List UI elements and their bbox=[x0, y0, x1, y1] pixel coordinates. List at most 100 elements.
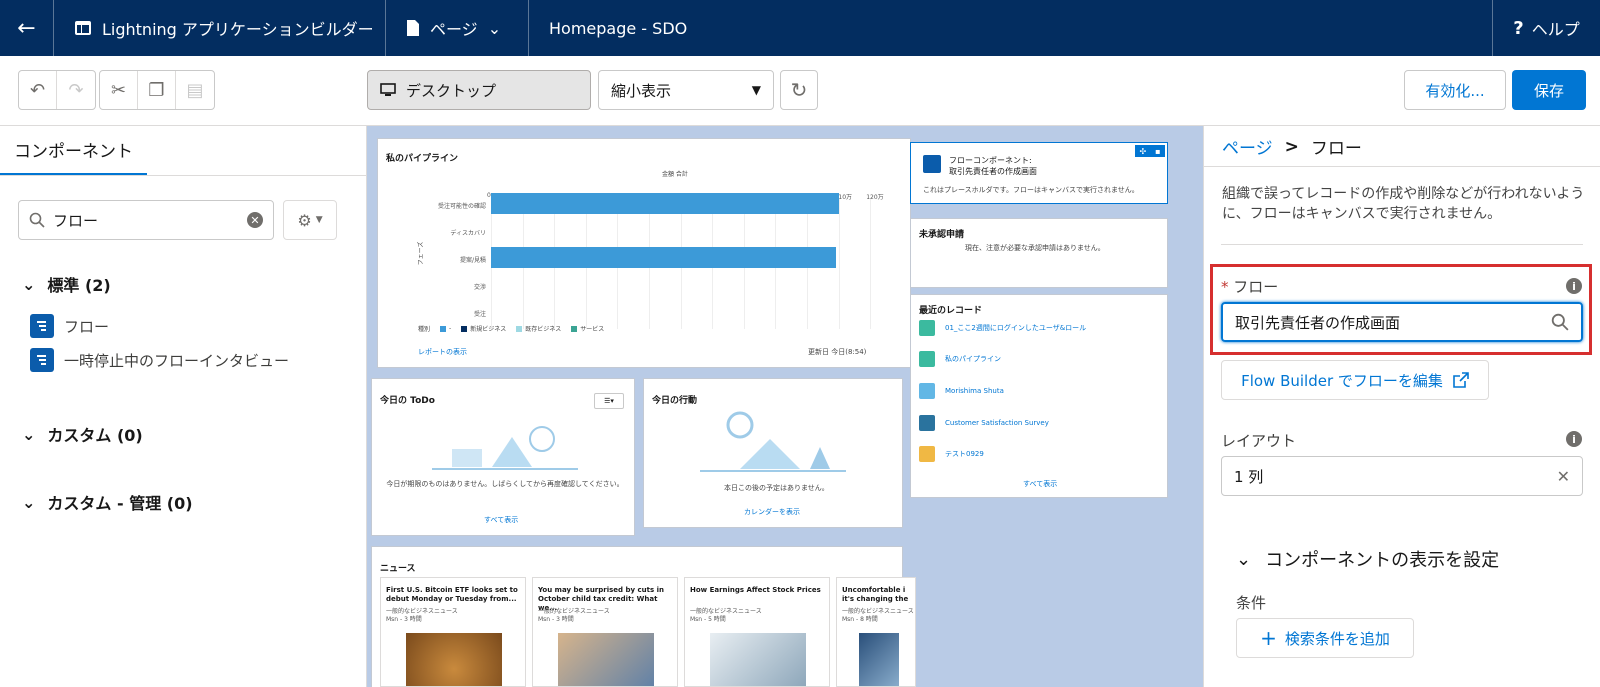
edit-in-flow-builder-button[interactable]: Flow Builder でフローを編集 bbox=[1221, 360, 1489, 400]
page-menu[interactable]: ページ ⌄ bbox=[386, 0, 529, 56]
legend-item: サービス bbox=[571, 324, 604, 333]
help-button[interactable]: ? ヘルプ bbox=[1492, 0, 1600, 56]
todo-filter-button[interactable]: ☰▾ bbox=[594, 393, 624, 409]
paste-button[interactable]: ▤ bbox=[176, 71, 214, 109]
caret-down-icon: ▼ bbox=[751, 83, 761, 97]
settings-menu-button[interactable]: ⚙ ▼ bbox=[283, 200, 337, 240]
back-button[interactable]: ← bbox=[0, 0, 54, 56]
news-item[interactable]: How Earnings Affect Stock Prices 一般的なビジネ… bbox=[684, 577, 830, 687]
events-empty: 本日この後の予定はありません。 bbox=[724, 484, 829, 492]
move-icon[interactable]: ✣ bbox=[1139, 147, 1146, 156]
news-item[interactable]: Uncomfortable i it's changing the 一般的なビジ… bbox=[836, 577, 916, 687]
approvals-empty: 現在、注意が必要な承認申請はありません。 bbox=[965, 244, 1105, 252]
help-label: ヘルプ bbox=[1531, 20, 1580, 39]
delete-icon[interactable]: ▪ bbox=[1155, 147, 1160, 156]
todo-view-all[interactable]: すべて表示 bbox=[484, 515, 518, 525]
activate-button[interactable]: 有効化... bbox=[1404, 70, 1506, 110]
news-item[interactable]: First U.S. Bitcoin ETF looks set to debu… bbox=[380, 577, 526, 687]
updated-text: 更新日 今日(8:54) bbox=[808, 348, 867, 356]
flow-icon bbox=[923, 155, 941, 173]
plus-icon: + bbox=[1260, 626, 1277, 650]
list-item[interactable]: Customer Satisfaction Survey bbox=[919, 415, 1049, 431]
tab-divider bbox=[0, 175, 367, 176]
redo-button[interactable]: ↷ bbox=[57, 71, 95, 109]
gridline bbox=[870, 199, 872, 329]
record-link[interactable]: 01_ここ2週間にログインしたユーザ&ロール bbox=[945, 323, 1086, 333]
record-link[interactable]: 私のパイプライン bbox=[945, 354, 1001, 364]
flow-component-card[interactable]: フローコンポーネント: 取引先責任者の作成画面 これはプレースホルダです。フロー… bbox=[910, 142, 1168, 204]
component-item-label: 一時停止中のフローインタビュー bbox=[64, 351, 290, 370]
page-menu-label: ページ bbox=[430, 20, 478, 39]
component-search-input[interactable]: フロー ✕ bbox=[18, 200, 274, 240]
tab-components[interactable]: コンポーネント bbox=[0, 126, 147, 176]
section-standard[interactable]: ⌄ 標準 (2) bbox=[22, 272, 111, 296]
layout-label: レイアウト bbox=[1221, 432, 1297, 450]
record-link[interactable]: Customer Satisfaction Survey bbox=[945, 419, 1049, 427]
news-card[interactable]: ニュース First U.S. Bitcoin ETF looks set to… bbox=[371, 546, 916, 687]
news-item[interactable]: You may be surprised by cuts in October … bbox=[532, 577, 678, 687]
cut-button[interactable]: ✂ bbox=[100, 71, 138, 109]
list-item[interactable]: Morishima Shuta bbox=[919, 383, 1004, 399]
pipeline-card[interactable]: 私のパイプライン 金額 合計 010万20万30万40万50万60万70万80万… bbox=[377, 138, 911, 368]
recent-records-card[interactable]: 最近のレコード 01_ここ2週間にログインしたユーザ&ロール 私のパイプライン … bbox=[910, 294, 1168, 498]
undo-button[interactable]: ↶ bbox=[19, 71, 57, 109]
list-item[interactable]: 01_ここ2週間にログインしたユーザ&ロール bbox=[919, 320, 1086, 336]
external-link-icon bbox=[1453, 372, 1469, 388]
component-item-flow[interactable]: フロー bbox=[30, 314, 109, 338]
layout-select[interactable]: 1 列 ✕ bbox=[1221, 456, 1583, 496]
record-link[interactable]: Morishima Shuta bbox=[945, 387, 1004, 395]
legend-title: 種別 bbox=[418, 326, 431, 333]
clear-icon[interactable]: ✕ bbox=[247, 212, 263, 228]
save-button[interactable]: 保存 bbox=[1512, 70, 1586, 110]
list-item[interactable]: テスト0929 bbox=[919, 446, 984, 462]
add-filter-label: 検索条件を追加 bbox=[1284, 629, 1390, 648]
news-title: ニュース bbox=[380, 564, 416, 574]
contact-icon bbox=[919, 383, 935, 399]
category-label: ディスカバリ bbox=[450, 230, 486, 237]
copy-button[interactable]: ❐ bbox=[138, 71, 176, 109]
approvals-title: 未承認申請 bbox=[919, 230, 965, 240]
visibility-section-toggle[interactable]: ⌄ コンポーネントの表示を設定 bbox=[1236, 546, 1499, 572]
section-standard-label: 標準 (2) bbox=[47, 276, 111, 295]
component-item-paused-flow[interactable]: 一時停止中のフローインタビュー bbox=[30, 348, 289, 372]
category-label: 受注可能性の確認 bbox=[437, 203, 486, 210]
flow-label-text: フロー bbox=[1233, 278, 1279, 296]
recent-view-all[interactable]: すべて表示 bbox=[1023, 479, 1057, 489]
close-icon[interactable]: ✕ bbox=[1557, 467, 1570, 486]
search-icon bbox=[29, 212, 45, 228]
record-link[interactable]: テスト0929 bbox=[945, 449, 984, 459]
visibility-section-label: コンポーネントの表示を設定 bbox=[1265, 550, 1500, 571]
breadcrumb-page-link[interactable]: ページ bbox=[1222, 134, 1273, 159]
help-icon: ? bbox=[1513, 17, 1524, 39]
list-item[interactable]: 私のパイプライン bbox=[919, 351, 1001, 367]
info-icon[interactable]: i bbox=[1566, 278, 1582, 294]
legend-label: 新規ビジネス bbox=[470, 326, 507, 333]
section-custom[interactable]: ⌄ カスタム (0) bbox=[22, 422, 143, 446]
report-link[interactable]: レポートの表示 bbox=[418, 347, 467, 357]
calendar-link[interactable]: カレンダーを表示 bbox=[744, 507, 800, 517]
flow-component-subtitle: 取引先責任者の作成画面 bbox=[949, 167, 1037, 176]
zoom-value: 縮小表示 bbox=[611, 81, 672, 100]
news-image bbox=[710, 633, 806, 686]
flow-lookup-input[interactable]: 取引先責任者の作成画面 bbox=[1221, 302, 1583, 342]
chevron-down-icon: ⌄ bbox=[487, 18, 502, 38]
add-filter-button[interactable]: + 検索条件を追加 bbox=[1236, 618, 1414, 658]
events-card[interactable]: 今日の行動 本日この後の予定はありません。 カレンダーを表示 bbox=[643, 378, 903, 528]
undo-icon: ↶ bbox=[29, 79, 46, 101]
app-builder-title: Lightning アプリケーションビルダー bbox=[54, 0, 386, 56]
components-panel: コンポーネント フロー ✕ ⚙ ▼ ⌄ 標準 (2) フロー 一時停止中のフロー… bbox=[0, 126, 367, 687]
todo-card[interactable]: 今日の ToDo ☰▾ 今日が期限のものはありません。しばらくしてから再度確認し… bbox=[371, 378, 635, 536]
news-meta: Msn - 8 時間 bbox=[842, 616, 878, 623]
crown-icon bbox=[919, 446, 935, 462]
section-custom-managed[interactable]: ⌄ カスタム - 管理 (0) bbox=[22, 490, 193, 514]
info-icon[interactable]: i bbox=[1566, 431, 1582, 447]
zoom-select[interactable]: 縮小表示 ▼ bbox=[598, 70, 774, 110]
news-category: 一般的なビジネスニュース bbox=[690, 608, 762, 615]
device-selector[interactable]: デスクトップ bbox=[367, 70, 591, 110]
component-actions[interactable]: ✣ ▪ bbox=[1135, 145, 1165, 157]
approvals-card[interactable]: 未承認申請 現在、注意が必要な承認申請はありません。 bbox=[910, 218, 1168, 288]
category-label: 交渉 bbox=[473, 284, 486, 291]
news-headline: Uncomfortable i it's changing the bbox=[842, 586, 909, 603]
refresh-button[interactable]: ↻ bbox=[780, 70, 818, 110]
monitor-icon bbox=[380, 83, 396, 96]
